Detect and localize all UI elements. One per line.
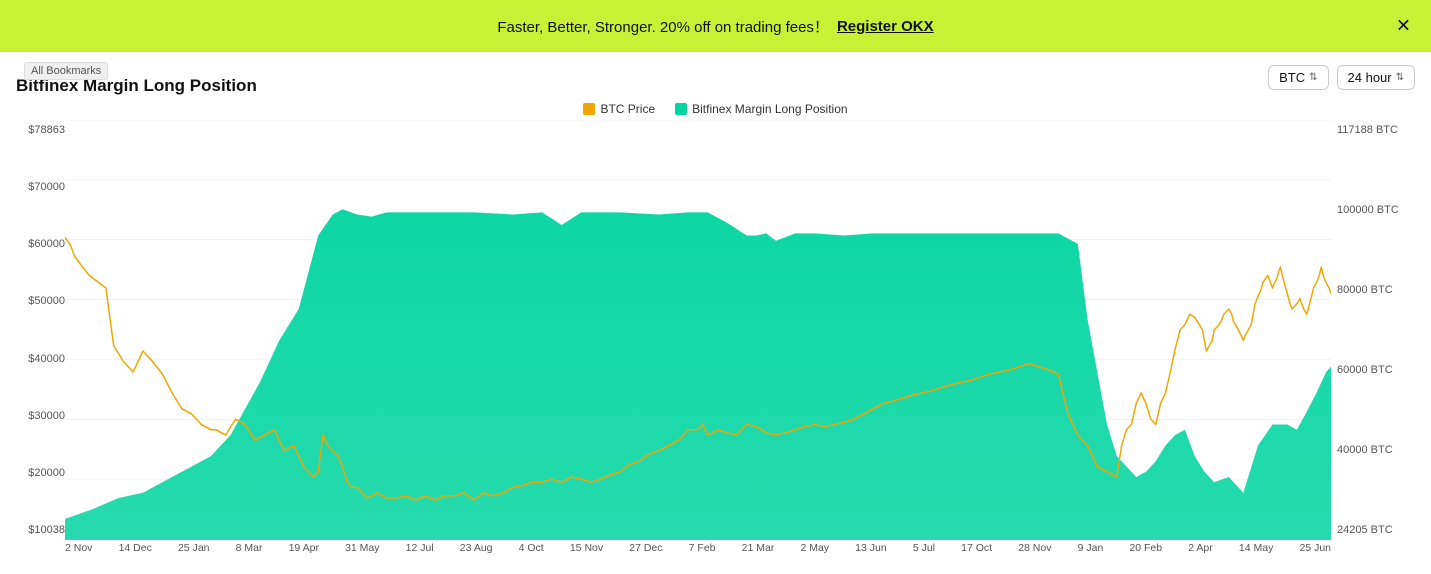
btc-price-legend-item: BTC Price (583, 102, 655, 116)
btc-price-legend-label: BTC Price (600, 102, 655, 116)
btc-price-legend-dot (583, 103, 595, 115)
breadcrumb: All Bookmarks (24, 62, 108, 80)
header-row: All Bookmarks Bitfinex Margin Long Posit… (0, 52, 1431, 102)
chart-svg-container: $78863 $70000 $60000 $50000 $40000 $3000… (10, 120, 1421, 540)
chart-legend: BTC Price Bitfinex Margin Long Position (10, 102, 1421, 116)
main-chart (65, 120, 1331, 540)
y-axis-left: $78863 $70000 $60000 $50000 $40000 $3000… (10, 120, 65, 540)
chart-area: BTC Price Bitfinex Margin Long Position … (10, 102, 1421, 562)
banner-text: Faster, Better, Stronger. 20% off on tra… (497, 16, 829, 37)
chevron-up-down-icon: ⇅ (1309, 72, 1317, 83)
banner-close-button[interactable]: ✕ (1396, 16, 1411, 37)
margin-long-legend-dot (675, 103, 687, 115)
register-okx-link[interactable]: Register OKX (837, 18, 934, 35)
time-selector-button[interactable]: 24 hour ⇅ (1337, 65, 1415, 90)
y-axis-right: 117188 BTC 100000 BTC 80000 BTC 60000 BT… (1331, 120, 1421, 540)
margin-long-area (65, 209, 1331, 540)
margin-long-legend-label: Bitfinex Margin Long Position (692, 102, 847, 116)
margin-long-legend-item: Bitfinex Margin Long Position (675, 102, 847, 116)
header-controls: BTC ⇅ 24 hour ⇅ (1268, 65, 1415, 90)
chevron-up-down-icon: ⇅ (1396, 72, 1404, 83)
btc-selector-button[interactable]: BTC ⇅ (1268, 65, 1328, 90)
x-axis: 2 Nov 14 Dec 25 Jan 8 Mar 19 Apr 31 May … (10, 542, 1421, 554)
promo-banner: Faster, Better, Stronger. 20% off on tra… (0, 0, 1431, 52)
